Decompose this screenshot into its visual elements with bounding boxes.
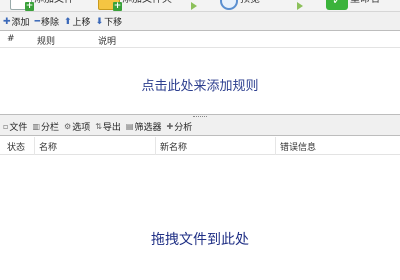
arrow-up-icon: ⬆ <box>64 16 72 27</box>
options-label: 选项 <box>72 123 91 133</box>
add-files-button[interactable]: + 添加文件 <box>10 0 74 11</box>
folder-add-icon: + <box>98 0 122 11</box>
rename-button[interactable]: ✓ 重命名 <box>326 0 380 10</box>
rename-label: 重命名 <box>350 0 380 10</box>
column-header-error[interactable]: 错误信息 <box>275 137 316 155</box>
add-rule-button[interactable]: ✚ 添加 <box>3 15 30 29</box>
files-label: 文件 <box>9 123 28 133</box>
plus-icon: ✚ <box>3 16 11 27</box>
options-menu-button[interactable]: ⚙ 选项 <box>64 120 90 133</box>
add-folder-label: 添加文件夹 <box>122 0 172 10</box>
column-header-new-name[interactable]: 新名称 <box>155 137 187 155</box>
files-icon: ▫ <box>3 122 9 131</box>
add-files-label: 添加文件 <box>34 0 74 10</box>
file-add-icon: + <box>10 0 34 11</box>
rules-list[interactable]: # 规则 说明 点击此处来添加规则 <box>0 30 400 115</box>
add-rule-hint[interactable]: 点击此处来添加规则 <box>0 75 400 94</box>
export-menu-button[interactable]: ⇅ 导出 <box>95 120 121 133</box>
files-list[interactable]: 状态 名称 新名称 错误信息 拖拽文件到此处 <box>0 135 400 280</box>
export-label: 导出 <box>102 123 121 133</box>
arrow-separator-1 <box>190 0 200 10</box>
rules-header: # 规则 说明 <box>0 31 400 48</box>
column-header-rule[interactable]: 规则 <box>37 34 55 47</box>
minus-icon: ━ <box>34 16 40 27</box>
arrow-down-icon: ⬇ <box>95 16 104 27</box>
filter-menu-button[interactable]: ▤ 筛选器 <box>126 120 162 133</box>
remove-rule-button[interactable]: ━ 移除 <box>34 15 59 29</box>
files-header: 状态 名称 新名称 错误信息 <box>0 136 400 155</box>
column-header-status[interactable]: 状态 <box>7 140 25 154</box>
move-down-button[interactable]: ⬇ 下移 <box>95 15 123 29</box>
options-icon: ⚙ <box>64 122 72 131</box>
move-up-button[interactable]: ⬆ 上移 <box>64 15 91 29</box>
main-toolbar: + 添加文件 + 添加文件夹 预览 ✓ 重命名 <box>0 0 400 12</box>
remove-rule-label: 移除 <box>40 18 59 28</box>
file-toolbar: ▫ 文件 ▥ 分栏 ⚙ 选项 ⇅ 导出 ▤ 筛选器 ✚ 分析 <box>0 119 400 134</box>
export-icon: ⇅ <box>95 122 102 131</box>
drop-files-hint: 拖拽文件到此处 <box>151 232 249 248</box>
columns-icon: ▥ <box>32 122 40 131</box>
columns-menu-button[interactable]: ▥ 分栏 <box>32 120 59 133</box>
preview-button[interactable]: 预览 <box>220 0 260 10</box>
splitter-grip-icon <box>193 116 207 118</box>
rule-toolbar: ✚ 添加 ━ 移除 ⬆ 上移 ⬇ 下移 <box>0 13 400 30</box>
checkmark-icon: ✓ <box>326 0 348 10</box>
arrow-right-icon <box>296 0 306 10</box>
move-up-label: 上移 <box>72 18 91 28</box>
column-header-description[interactable]: 说明 <box>98 34 116 47</box>
move-down-label: 下移 <box>104 18 123 28</box>
analyze-icon: ✚ <box>166 122 174 131</box>
columns-label: 分栏 <box>41 123 60 133</box>
column-header-index[interactable]: # <box>7 34 15 44</box>
arrow-right-icon <box>190 0 200 10</box>
arrow-separator-2 <box>296 0 306 10</box>
column-header-name[interactable]: 名称 <box>34 137 57 155</box>
magnifier-icon <box>220 0 238 10</box>
preview-label: 预览 <box>240 0 260 10</box>
analyze-menu-button[interactable]: ✚ 分析 <box>167 120 193 133</box>
filter-icon: ▤ <box>125 122 134 131</box>
analyze-label: 分析 <box>174 123 193 133</box>
add-folder-button[interactable]: + 添加文件夹 <box>98 0 172 11</box>
add-rule-label: 添加 <box>11 18 30 28</box>
filter-label: 筛选器 <box>134 123 162 133</box>
files-menu-button[interactable]: ▫ 文件 <box>3 120 27 133</box>
